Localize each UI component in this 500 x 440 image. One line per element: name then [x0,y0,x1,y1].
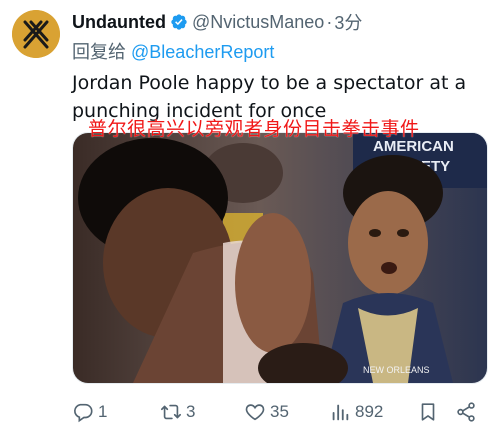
tweet-header: Undaunted @NvictusManeo · 3分 [72,10,362,34]
reply-mention-link[interactable]: @BleacherReport [131,42,274,62]
reply-count: 1 [98,402,108,421]
reply-button[interactable]: 1 [72,398,107,426]
author-name[interactable]: Undaunted [72,12,166,33]
jersey-text: NEW ORLEANS [363,365,430,375]
bookmark-icon [421,403,435,421]
view-count: 892 [355,402,384,421]
avatar[interactable] [12,10,60,58]
analytics-icon [332,404,349,421]
timestamp[interactable]: 3分 [334,9,362,35]
retweet-count: 3 [186,402,196,421]
verified-badge-icon [171,14,187,30]
separator-dot: · [326,11,333,32]
like-count: 35 [270,402,289,421]
share-button[interactable] [455,398,477,426]
author-handle[interactable]: @NvictusManeo [192,12,324,33]
tweet-media[interactable]: AMERICAN ETY NEW ORLEANS [72,132,488,384]
heart-icon [245,404,265,421]
bookmark-button[interactable] [417,398,439,426]
reply-prefix: 回复给 [72,42,132,62]
views-button[interactable]: 892 [329,398,383,426]
media-image: AMERICAN ETY NEW ORLEANS [73,133,487,383]
avatar-logo-icon [12,10,60,58]
reply-context: 回复给 @BleacherReport [72,38,274,64]
action-bar: 1 3 35 892 [72,398,486,426]
retweet-button[interactable]: 3 [160,398,195,426]
share-icon [457,402,475,422]
reply-icon [74,403,93,423]
overlay-caption: 普尔很高兴以旁观者身份目击拳击事件 [88,118,420,140]
retweet-icon [161,404,181,420]
like-button[interactable]: 35 [244,398,289,426]
